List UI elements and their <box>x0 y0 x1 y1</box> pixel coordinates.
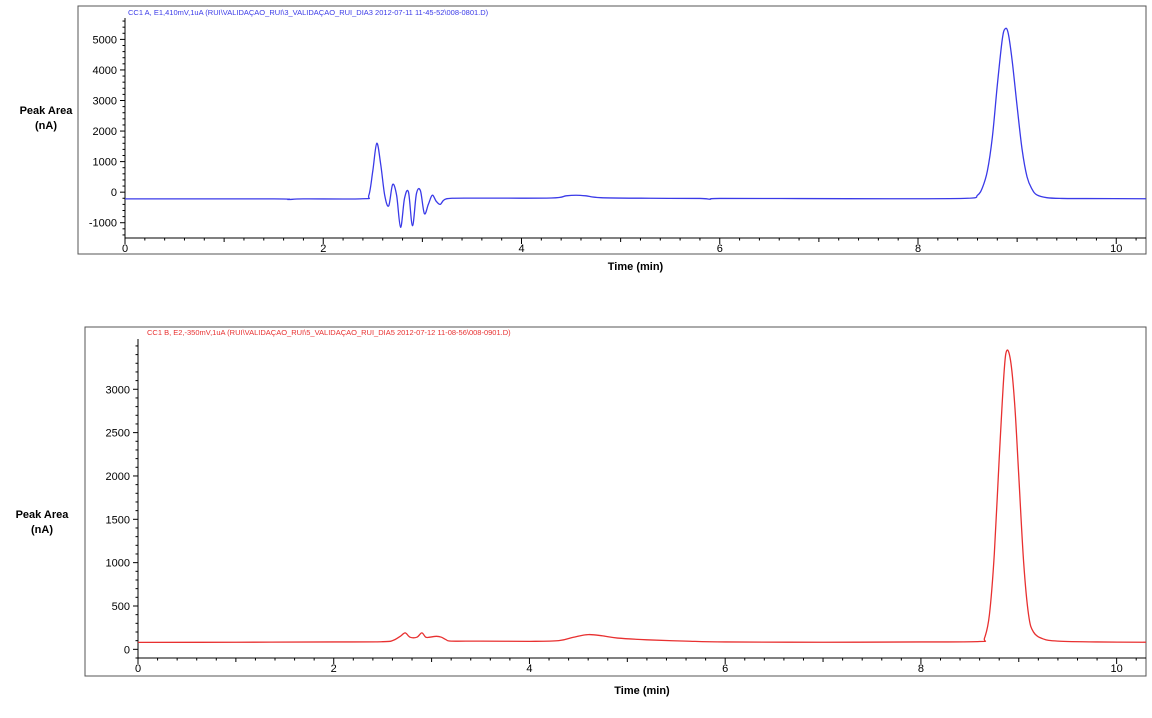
chart-title: CC1 B, E2,-350mV,1uA (RUI\VALIDAÇAO_RUI\… <box>147 328 511 337</box>
x-tick-label: 10 <box>1110 243 1122 255</box>
x-tick-label: 0 <box>122 243 128 255</box>
x-tick-label: 2 <box>331 663 337 675</box>
y-tick-label: 2000 <box>106 471 130 483</box>
y-tick-label: 5000 <box>93 34 117 46</box>
y-tick-label: 500 <box>112 601 130 613</box>
y-tick-label: 0 <box>124 644 130 656</box>
y-axis-label: Peak Area <box>16 509 70 521</box>
y-tick-label: 0 <box>111 187 117 199</box>
y-tick-label: 2500 <box>106 428 130 440</box>
x-tick-label: 4 <box>526 663 532 675</box>
y-axis-label: (nA) <box>31 524 53 536</box>
x-tick-label: 0 <box>135 663 141 675</box>
x-tick-label: 2 <box>320 243 326 255</box>
y-tick-label: 2000 <box>93 126 117 138</box>
y-tick-label: 3000 <box>93 96 117 108</box>
x-tick-label: 4 <box>518 243 524 255</box>
series-line-1 <box>137 349 1147 644</box>
chart-panel-1: CC1 A, E1,410mV,1uA (RUI\VALIDAÇAO_RUI\3… <box>20 5 1147 273</box>
x-axis-label: Time (min) <box>614 685 670 697</box>
y-tick-label: 1500 <box>106 514 130 526</box>
x-tick-label: 8 <box>918 663 924 675</box>
x-axis-label: Time (min) <box>608 261 664 273</box>
y-axis-label: (nA) <box>35 120 57 132</box>
plot-frame <box>84 326 1147 677</box>
y-tick-label: 4000 <box>93 65 117 77</box>
y-axis-label: Peak Area <box>20 105 74 117</box>
x-tick-label: 6 <box>717 243 723 255</box>
plot-frame <box>77 5 1147 255</box>
series-line-1 <box>124 27 1147 228</box>
y-tick-label: -1000 <box>89 218 117 230</box>
x-tick-label: 6 <box>722 663 728 675</box>
y-tick-label: 1000 <box>93 157 117 169</box>
y-tick-label: 1000 <box>106 558 130 570</box>
y-tick-label: 3000 <box>106 384 130 396</box>
chromatogram-figure: CC1 A, E1,410mV,1uA (RUI\VALIDAÇAO_RUI\3… <box>16 5 1147 697</box>
chart-panel-2: CC1 B, E2,-350mV,1uA (RUI\VALIDAÇAO_RUI\… <box>16 326 1147 697</box>
chart-title: CC1 A, E1,410mV,1uA (RUI\VALIDAÇAO_RUI\3… <box>128 8 489 17</box>
x-tick-label: 10 <box>1111 663 1123 675</box>
x-tick-label: 8 <box>915 243 921 255</box>
